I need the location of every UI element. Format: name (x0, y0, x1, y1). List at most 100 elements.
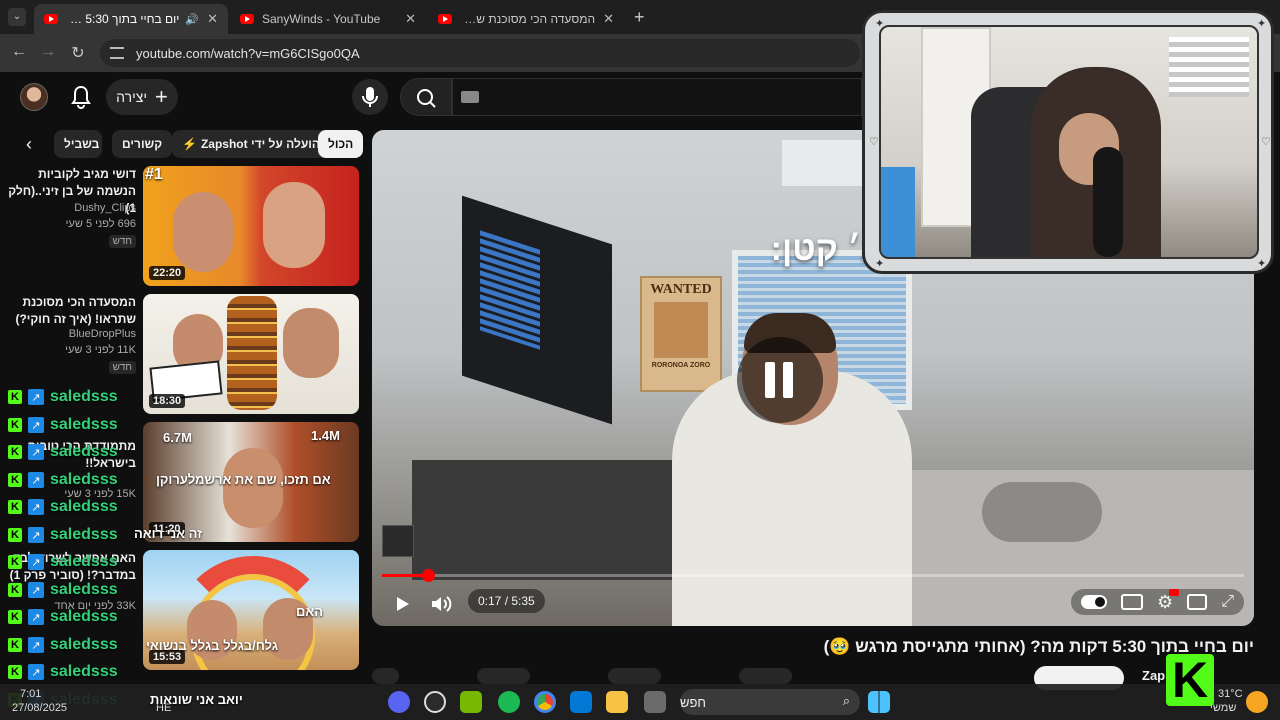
webcam-feed (879, 25, 1259, 259)
tab-label: יום בחיי בתוך 5:30 דקות מה (66, 12, 180, 26)
keyboard-icon[interactable] (461, 91, 479, 103)
video-thumbnail[interactable]: #1 22:20 (143, 166, 359, 286)
youtube-favicon-icon (438, 14, 452, 24)
chat-message: K ↗ saledsss (8, 606, 118, 628)
kick-badge-icon: K (8, 610, 22, 624)
tab-close-button[interactable]: ✕ (199, 11, 218, 27)
progress-scrubber[interactable] (421, 569, 435, 582)
volume-button[interactable] (430, 592, 454, 616)
back-arrow-icon[interactable]: ← (9, 43, 29, 61)
poster-title: WANTED (650, 282, 712, 297)
new-badge: חדש (108, 361, 136, 374)
subtitles-icon[interactable] (1121, 594, 1144, 610)
sparkle-icon: ✦ (875, 18, 885, 30)
tab-close-button[interactable]: ✕ (595, 11, 614, 27)
zapshot-bolt-icon: ⚡ (182, 137, 197, 151)
microphone-icon (362, 87, 378, 107)
channel-name[interactable]: Dushy_Clips (74, 202, 136, 214)
avatar[interactable] (20, 83, 48, 111)
chat-username: saledsss (50, 388, 118, 405)
weather-icon (1246, 691, 1268, 713)
speaker-icon[interactable]: 🔊 (185, 13, 199, 26)
spotify-icon[interactable] (498, 691, 520, 713)
chat-overlay-text: גלח/בגלל בגלל בנשואי (146, 638, 278, 653)
search-icon (417, 89, 436, 108)
nvidia-icon[interactable] (460, 691, 482, 713)
site-info-icon[interactable] (110, 47, 124, 59)
clock-date: 27/08/2025 (12, 702, 68, 714)
play-icon (397, 597, 409, 611)
kick-badge-icon: K (8, 473, 22, 487)
windows-start-icon[interactable] (868, 691, 890, 713)
voice-search-button[interactable] (352, 79, 388, 115)
kick-badge-icon: K (8, 555, 22, 569)
sub-badge-icon: ↗ (28, 389, 44, 405)
channel-name-partial[interactable]: Zap (1142, 668, 1165, 683)
kick-badge-icon: K (8, 638, 22, 652)
action-pill[interactable] (476, 668, 530, 684)
list-item[interactable]: #1 22:20 דושי מגיב לקוביות הנשמה של בן ז… (0, 166, 364, 286)
taskbar-search[interactable]: חפש ⌕ (680, 689, 860, 715)
video-thumbnail[interactable]: 18:30 (143, 294, 359, 414)
face-right (283, 308, 339, 378)
reload-icon[interactable]: ↻ (68, 43, 88, 63)
tab-close-button[interactable]: ✕ (397, 11, 416, 27)
sub-badge-icon: ↗ (28, 554, 44, 570)
folder-icon[interactable] (606, 691, 628, 713)
heart-icon: ♡ (869, 136, 879, 148)
chrome-icon[interactable] (534, 691, 556, 713)
chat-message: K ↗ saledsss (8, 524, 118, 546)
related-filter-chips: ‹ בשביל קשורים ⚡ הועלה על ידי Zapshot הכ… (0, 130, 364, 158)
chip-label: הועלה על ידי Zapshot (200, 137, 321, 151)
chat-message: K ↗ saledsss (8, 579, 118, 601)
sparkle-icon: ✦ (875, 258, 885, 270)
chip-uploaded-by[interactable]: ⚡ הועלה על ידי Zapshot (172, 130, 331, 158)
channel-name[interactable]: BlueDropPlus (69, 328, 136, 340)
channel-watermark[interactable] (382, 525, 414, 557)
theater-mode-icon[interactable] (1187, 594, 1208, 610)
action-pill[interactable] (607, 668, 661, 684)
chip-all[interactable]: הכול (318, 130, 364, 158)
kick-badge-icon: K (8, 665, 22, 679)
chip-for-you[interactable]: בשביל (54, 130, 102, 158)
new-tab-button[interactable]: + (634, 7, 645, 28)
fullscreen-icon[interactable]: ⤢ (1221, 593, 1234, 611)
obs-icon[interactable] (424, 691, 446, 713)
address-bar[interactable]: youtube.com/watch?v=mG6CISgo0QA (100, 39, 860, 67)
video-title[interactable]: המסעדה הכי מסוכנת שתראו! (איך זה חוקי?) (6, 294, 136, 328)
chat-message: K ↗ saledsss (8, 496, 118, 518)
chat-overlay-text: יואב אני שונאות (150, 692, 243, 707)
chat-username: saledsss (50, 526, 118, 543)
chip-related[interactable]: קשורים (112, 130, 173, 158)
search-input[interactable] (452, 78, 862, 116)
chevron-left-icon[interactable]: ‹ (26, 134, 32, 155)
chat-username: saledsss (50, 608, 118, 625)
webcam-overlay: ♡ ♡ ✦ ✦ ✦ ✦ (862, 10, 1274, 274)
bell-icon[interactable] (70, 84, 92, 110)
volume-icon (432, 596, 452, 612)
autoplay-toggle-icon[interactable] (1081, 595, 1108, 609)
tab-search-icon[interactable]: ⌄ (8, 8, 26, 26)
monitor-screen (480, 230, 540, 350)
search-button[interactable] (400, 78, 452, 116)
tab-restaurant-video[interactable]: המסעדה הכי מסוכנת שתראו! (א ✕ (428, 4, 624, 34)
app-icon[interactable] (644, 691, 666, 713)
create-button[interactable]: יצירה + (106, 79, 178, 115)
progress-bar[interactable] (382, 569, 1244, 582)
play-button[interactable] (392, 592, 412, 616)
action-pill[interactable] (372, 668, 399, 684)
kick-logo: K (1166, 652, 1214, 708)
tab-sanywinds[interactable]: SanyWinds - YouTube ✕ (230, 4, 426, 34)
kick-badge-icon: K (8, 445, 22, 459)
action-pill[interactable] (738, 668, 792, 684)
view-count-b: 1.4M (311, 428, 340, 443)
pause-overlay-icon[interactable] (737, 337, 823, 423)
duration-badge: 22:20 (149, 266, 186, 280)
tab-current-video[interactable]: יום בחיי בתוך 5:30 דקות מה 🔊 ✕ (34, 4, 228, 34)
settings-gear-icon[interactable]: ⚙ (1157, 589, 1180, 611)
discord-icon[interactable] (388, 691, 410, 713)
hd-badge-icon (1169, 589, 1180, 596)
views-age: 11K לפני 3 שעי (65, 344, 136, 356)
store-icon[interactable] (570, 691, 592, 713)
forward-arrow-icon[interactable]: → (38, 43, 58, 61)
